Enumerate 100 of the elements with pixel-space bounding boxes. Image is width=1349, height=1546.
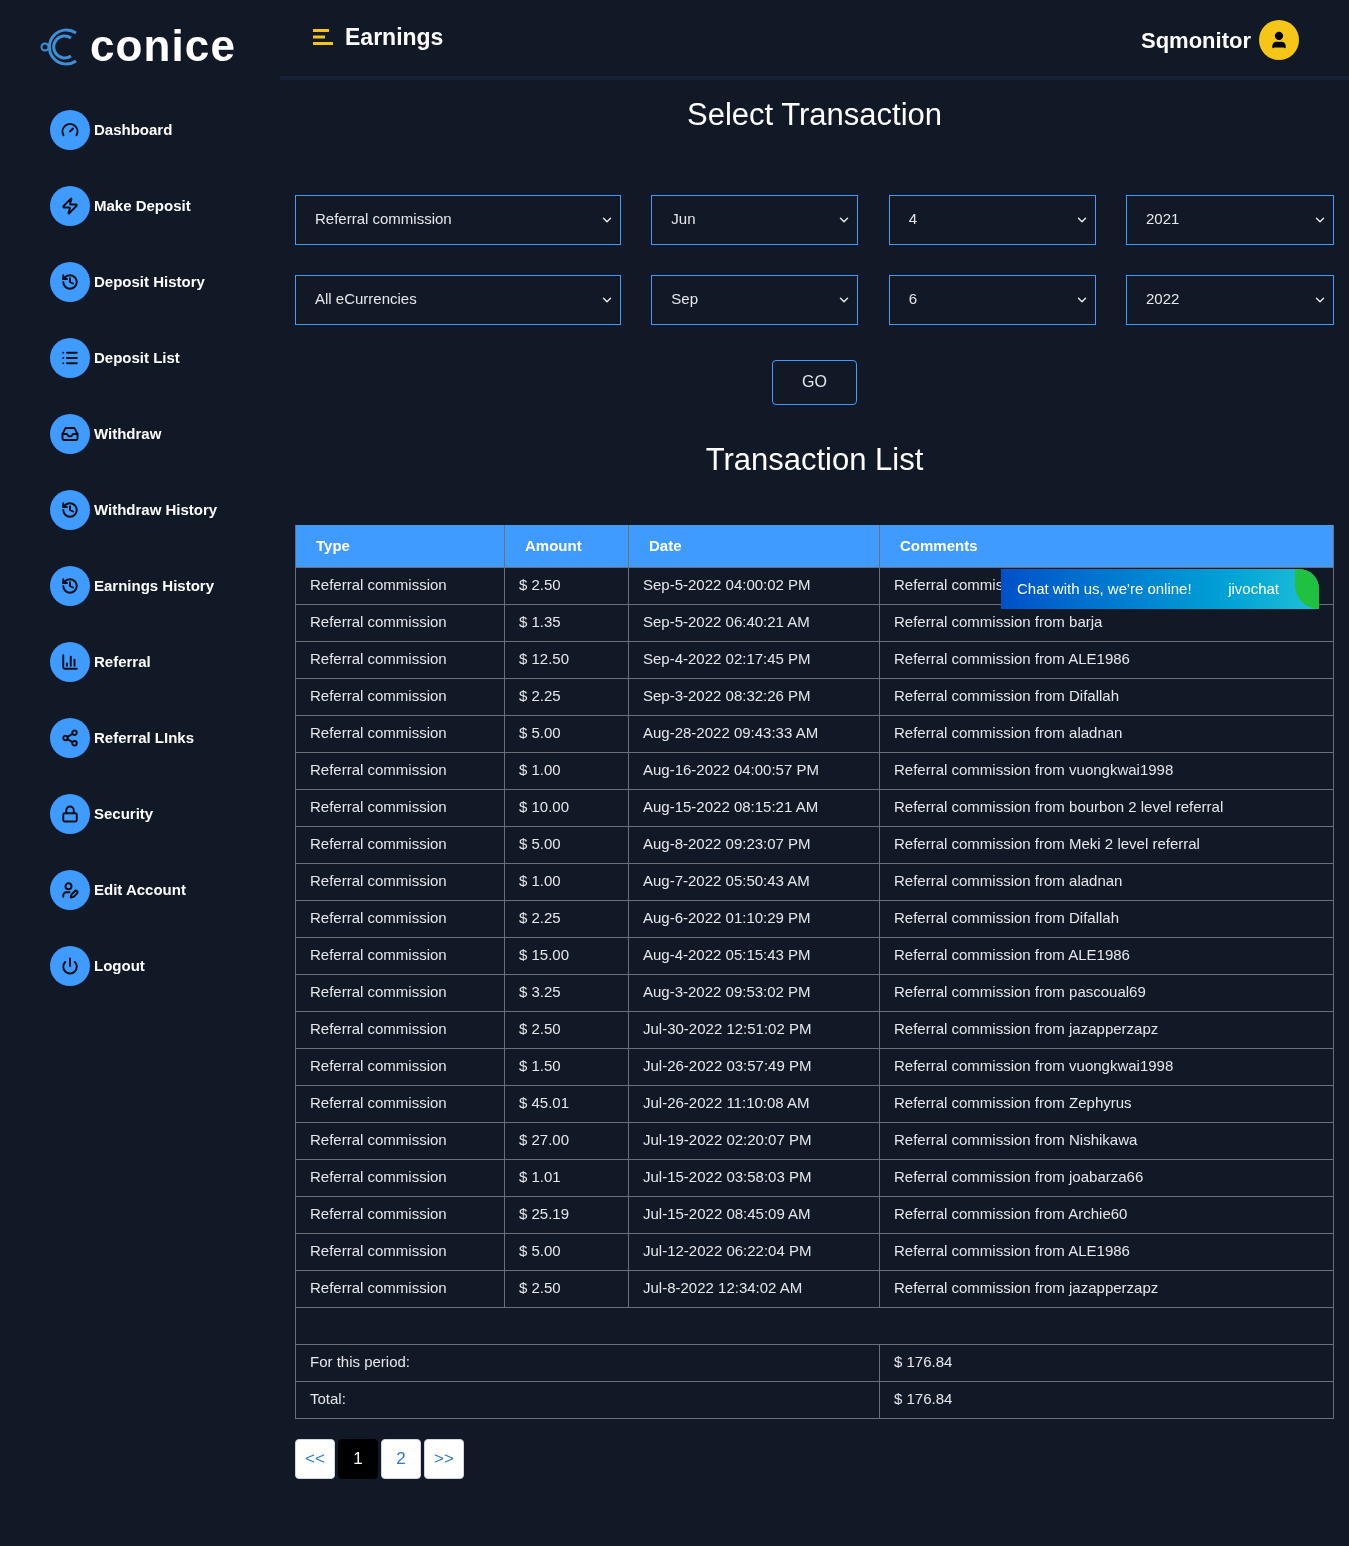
table-cell: Referral commission from ALE1986 [879, 937, 1334, 974]
sidebar-item[interactable]: Referral [50, 642, 280, 682]
table-cell: $ 2.50 [504, 567, 629, 604]
table-cell: $ 3.25 [504, 974, 629, 1011]
table-cell: Aug-3-2022 09:53:02 PM [628, 974, 880, 1011]
sidebar-item[interactable]: Dashboard [50, 110, 280, 150]
table-cell: Referral commission from vuongkwai1998 [879, 1048, 1334, 1085]
table-cell: Sep-5-2022 06:40:21 AM [628, 604, 880, 641]
dropdown[interactable]: 6 [888, 274, 1096, 325]
table-cell: Referral commission [295, 1196, 505, 1233]
table-cell: $ 5.00 [504, 1233, 629, 1270]
table-cell: Referral commission [295, 567, 505, 604]
column-header: Date [628, 525, 880, 567]
table-cell: Referral commission from joabarza66 [879, 1159, 1334, 1196]
avatar-icon[interactable] [1259, 20, 1299, 60]
go-button[interactable]: GO [772, 359, 857, 405]
chat-brand: jivochat [1228, 578, 1279, 599]
sidebar-item[interactable]: Security [50, 794, 280, 834]
table-cell: Referral commission from ALE1986 [879, 641, 1334, 678]
logo-text: conice [90, 24, 236, 68]
table-cell: $ 12.50 [504, 641, 629, 678]
page-link[interactable]: 1 [338, 1438, 378, 1479]
table-cell: $ 27.00 [504, 1122, 629, 1159]
sidebar-item[interactable]: Deposit History [50, 262, 280, 302]
dropdown[interactable]: 2021 [1126, 194, 1334, 245]
table-cell: Referral commission [295, 789, 505, 826]
table-cell: Referral commission [295, 863, 505, 900]
summary-value: $ 176.84 [879, 1381, 1334, 1418]
dropdown[interactable]: 2022 [1126, 274, 1334, 325]
table-cell: Sep-3-2022 08:32:26 PM [628, 678, 880, 715]
table-cell: Jul-26-2022 11:10:08 AM [628, 1085, 880, 1122]
table-cell: $ 2.25 [504, 900, 629, 937]
table-cell: $ 10.00 [504, 789, 629, 826]
table-cell: $ 1.00 [504, 752, 629, 789]
table-cell: Aug-8-2022 09:23:07 PM [628, 826, 880, 863]
dropdown[interactable]: Sep [651, 274, 859, 325]
table-cell: Referral commission from Nishikawa [879, 1122, 1334, 1159]
table-cell: $ 25.19 [504, 1196, 629, 1233]
column-header: Type [295, 525, 505, 567]
table-cell: $ 45.01 [504, 1085, 629, 1122]
table-cell: Aug-28-2022 09:43:33 AM [628, 715, 880, 752]
leaf-icon [1295, 569, 1319, 609]
table-cell: Referral commission from Difallah [879, 678, 1334, 715]
table-cell: Jul-8-2022 12:34:02 AM [628, 1270, 880, 1307]
table-cell: Referral commission from Zephyrus [879, 1085, 1334, 1122]
chat-message: Chat with us, we're online! [1017, 578, 1192, 599]
table-cell: $ 1.01 [504, 1159, 629, 1196]
table-cell: $ 2.25 [504, 678, 629, 715]
table-cell: Sep-5-2022 04:00:02 PM [628, 567, 880, 604]
table-cell: Referral commission [295, 752, 505, 789]
column-header: Amount [504, 525, 629, 567]
sidebar-item[interactable]: Logout [50, 946, 280, 986]
table-cell: Aug-6-2022 01:10:29 PM [628, 900, 880, 937]
table-cell: Referral commission from pascoual69 [879, 974, 1334, 1011]
dropdown[interactable]: 4 [888, 194, 1096, 245]
table-cell: Referral commission from ALE1986 [879, 1233, 1334, 1270]
dropdown[interactable]: Referral commission [295, 194, 621, 245]
table-cell: $ 2.50 [504, 1011, 629, 1048]
username: Sqmonitor [1141, 26, 1251, 55]
column-header: Comments [879, 525, 1334, 567]
dropdown[interactable]: All eCurrencies [295, 274, 621, 325]
sidebar-item[interactable]: Earnings History [50, 566, 280, 606]
table-cell: Referral commission [295, 604, 505, 641]
sidebar-item[interactable]: Make Deposit [50, 186, 280, 226]
table-cell: Referral commission from vuongkwai1998 [879, 752, 1334, 789]
summary-value: $ 176.84 [879, 1344, 1334, 1381]
table-cell: $ 5.00 [504, 826, 629, 863]
table-cell: Referral commission from bourbon 2 level referral [879, 789, 1334, 826]
page-link[interactable]: >> [424, 1438, 464, 1479]
table-cell: Referral commission [295, 1011, 505, 1048]
dropdown[interactable]: Jun [651, 194, 859, 245]
table-cell: $ 15.00 [504, 937, 629, 974]
table-cell: Referral commission [295, 1270, 505, 1307]
table-cell: Jul-26-2022 03:57:49 PM [628, 1048, 880, 1085]
section-title: Transaction List [704, 440, 925, 479]
table-cell: Referral commission [295, 1159, 505, 1196]
table-cell: Referral commission [295, 1122, 505, 1159]
table-cell: $ 2.50 [504, 1270, 629, 1307]
sidebar-item[interactable]: Withdraw [50, 414, 280, 454]
table-cell: $ 1.00 [504, 863, 629, 900]
table-cell: Referral commission [295, 1085, 505, 1122]
table-cell: Referral commission from aladnan [879, 715, 1334, 752]
sidebar-item[interactable]: Edit Account [50, 870, 280, 910]
sidebar-item[interactable]: Referral LInks [50, 718, 280, 758]
table-cell: Sep-4-2022 02:17:45 PM [628, 641, 880, 678]
table-cell: Referral commission [295, 974, 505, 1011]
table-cell: Aug-16-2022 04:00:57 PM [628, 752, 880, 789]
table-cell: $ 5.00 [504, 715, 629, 752]
summary-label: Total: [295, 1381, 880, 1418]
table-cell: Referral commission [295, 715, 505, 752]
page-link[interactable]: << [295, 1438, 335, 1479]
table-cell: $ 1.35 [504, 604, 629, 641]
table-cell: Referral commission from Difallah [879, 900, 1334, 937]
sidebar-item[interactable]: Withdraw History [50, 490, 280, 530]
table-cell: Referral commission from jazapperzapz [879, 1270, 1334, 1307]
sidebar-item[interactable]: Deposit List [50, 338, 280, 378]
page-link[interactable]: 2 [381, 1438, 421, 1479]
chat-widget[interactable]: Chat with us, we're online! jivochat [1001, 569, 1319, 609]
table-cell: Jul-15-2022 08:45:09 AM [628, 1196, 880, 1233]
table-cell: Referral commission from Archie60 [879, 1196, 1334, 1233]
